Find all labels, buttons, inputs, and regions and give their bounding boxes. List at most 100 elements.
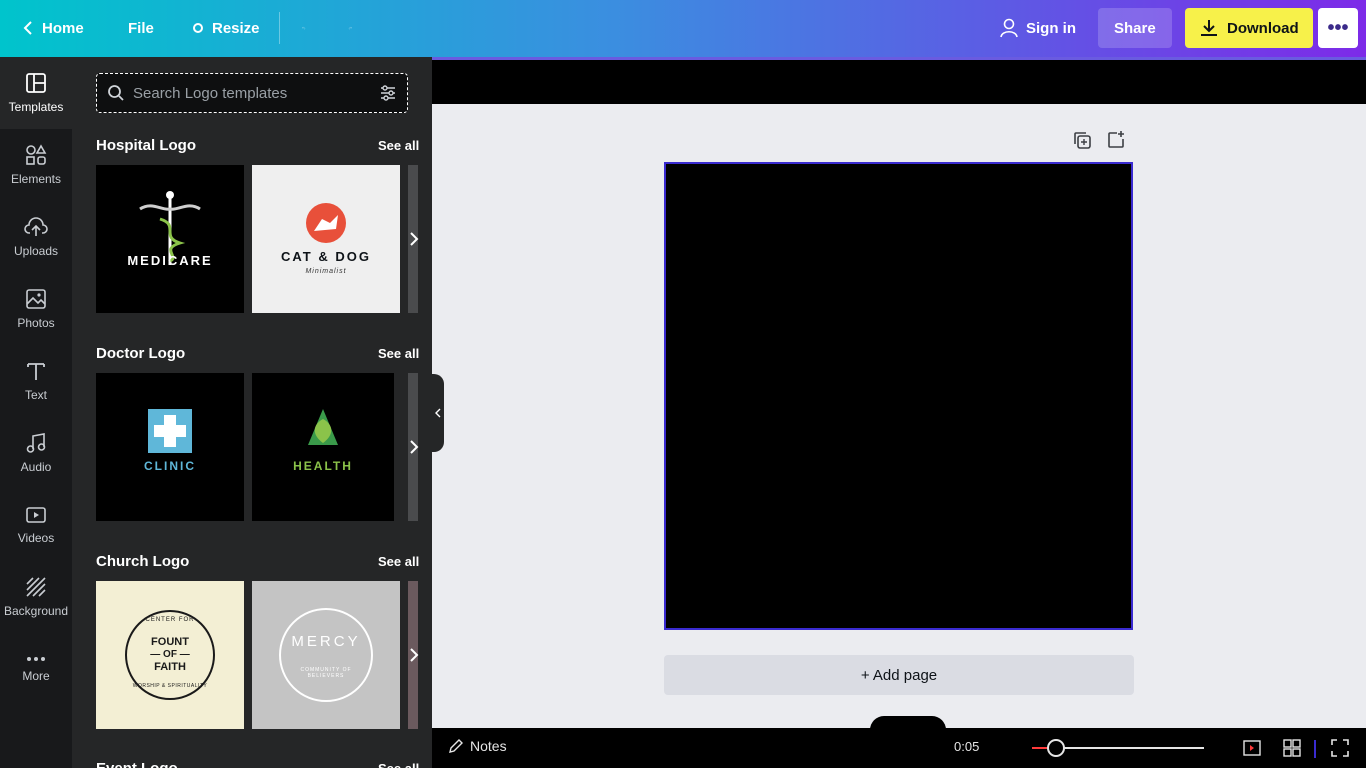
template-card-clinic[interactable]: CLINIC [96, 373, 244, 521]
section-title-event: Event Logo [96, 760, 178, 768]
rail-label: More [22, 669, 50, 683]
fullscreen-icon [1331, 739, 1349, 757]
rail-label: Elements [10, 172, 62, 186]
leaf-logo-icon [308, 409, 338, 445]
caduceus-logo-icon [139, 191, 201, 265]
design-page[interactable] [664, 162, 1133, 630]
grid-icon [1283, 739, 1301, 757]
music-note-icon [26, 433, 46, 453]
collapse-panel-button[interactable] [432, 374, 444, 452]
zoom-slider-thumb[interactable] [1047, 739, 1066, 757]
template-card-subtitle: COMMUNITY OF BELIEVERS [300, 667, 352, 679]
add-page-icon[interactable] [1106, 130, 1126, 150]
file-menu-button[interactable]: File [118, 8, 164, 48]
template-card-top-text: CENTER FOR [145, 617, 195, 623]
pages-icon [1243, 740, 1261, 756]
top-bar: Home File Resize Sign in Share Download … [0, 0, 1366, 57]
scroll-right-doctor-button[interactable] [404, 432, 424, 462]
chevron-right-icon [410, 440, 419, 454]
page-count-button[interactable] [1240, 736, 1264, 760]
chevron-right-icon [410, 232, 419, 246]
fullscreen-button[interactable] [1328, 736, 1352, 760]
filter-icon[interactable] [379, 84, 397, 102]
chevron-right-icon [410, 648, 419, 662]
rail-item-photos[interactable]: Photos [0, 273, 72, 345]
template-card-fount-of-faith[interactable]: CENTER FOR FOUNT — OF — FAITH WORSHIP & … [96, 581, 244, 729]
background-pattern-icon [26, 577, 46, 597]
zoom-slider[interactable] [1032, 739, 1204, 757]
undo-button[interactable] [292, 8, 324, 48]
chevron-left-icon [435, 408, 441, 418]
share-label: Share [1114, 19, 1156, 37]
badge-circle [279, 608, 373, 702]
search-box[interactable] [96, 73, 408, 113]
rail-item-templates[interactable]: Templates [0, 57, 72, 129]
pencil-icon [449, 739, 463, 753]
rail-item-uploads[interactable]: Uploads [0, 201, 72, 273]
scroll-right-hospital-button[interactable] [404, 224, 424, 254]
rail-label: Templates [8, 100, 64, 114]
download-icon [1201, 20, 1217, 36]
side-rail: Templates Elements Uploads Photos Text A… [0, 57, 72, 768]
download-label: Download [1227, 19, 1299, 37]
file-label: File [128, 19, 154, 37]
notes-button[interactable]: Notes [448, 738, 507, 754]
rail-item-more[interactable]: More [0, 633, 72, 705]
rail-item-videos[interactable]: Videos [0, 489, 72, 561]
template-card-text: HEALTH [293, 459, 353, 473]
see-all-hospital-link[interactable]: See all [378, 138, 419, 153]
more-options-button[interactable]: ••• [1318, 8, 1358, 48]
rail-item-elements[interactable]: Elements [0, 129, 72, 201]
template-card-cat-dog[interactable]: CAT & DOG Minimalist [252, 165, 400, 313]
canvas-toolbar [432, 57, 1366, 104]
redo-button[interactable] [338, 8, 370, 48]
template-card-line2: — OF — [150, 649, 190, 660]
redo-icon [348, 26, 352, 30]
upload-cloud-icon [24, 217, 48, 236]
show-pages-handle[interactable] [870, 716, 946, 730]
photo-icon [26, 289, 46, 309]
sign-in-button[interactable]: Sign in [990, 8, 1086, 48]
template-card-health[interactable]: HEALTH [252, 373, 394, 521]
see-all-event-link[interactable]: See all [378, 761, 419, 768]
page-actions [1072, 130, 1126, 150]
download-button[interactable]: Download [1185, 8, 1313, 48]
rail-item-text[interactable]: Text [0, 345, 72, 417]
duplicate-page-icon[interactable] [1072, 130, 1092, 150]
rail-label: Uploads [13, 244, 59, 258]
search-icon [108, 85, 124, 101]
undo-icon [302, 26, 306, 30]
rail-label: Videos [17, 531, 55, 545]
chevron-left-icon [23, 21, 32, 35]
timer-label: 0:05 [954, 739, 980, 754]
rail-item-background[interactable]: Background [0, 561, 72, 633]
resize-label: Resize [212, 19, 260, 37]
home-label: Home [42, 19, 84, 37]
grid-view-button[interactable] [1280, 736, 1304, 760]
pet-logo-icon [306, 203, 346, 243]
template-card-line1: FOUNT [151, 636, 189, 648]
template-card-line3: FAITH [154, 661, 186, 673]
search-input[interactable] [133, 84, 379, 102]
add-page-button[interactable]: + Add page [664, 655, 1134, 695]
resize-button[interactable]: Resize [182, 8, 270, 48]
templates-panel: Hospital Logo See all MEDICARE CAT & DOG… [72, 57, 432, 768]
scroll-right-church-button[interactable] [404, 640, 424, 670]
section-title-doctor: Doctor Logo [96, 345, 186, 362]
rail-label: Text [24, 388, 47, 402]
bottom-bar: Notes 0:05 [432, 716, 1366, 768]
elements-icon [26, 144, 47, 165]
template-card-medicare[interactable]: MEDICARE [96, 165, 244, 313]
home-button[interactable]: Home [12, 8, 94, 48]
template-card-subtitle: Minimalist [305, 268, 347, 275]
rail-label: Photos [17, 316, 55, 330]
bottom-divider [1314, 740, 1316, 758]
rail-item-audio[interactable]: Audio [0, 417, 72, 489]
see-all-doctor-link[interactable]: See all [378, 346, 419, 361]
template-card-text: CLINIC [144, 459, 196, 473]
template-card-bottom-text: WORSHIP & SPIRITUALITY [132, 683, 208, 689]
share-button[interactable]: Share [1098, 8, 1172, 48]
template-card-mercy[interactable]: MERCY COMMUNITY OF BELIEVERS [252, 581, 400, 729]
notes-label: Notes [470, 738, 507, 754]
see-all-church-link[interactable]: See all [378, 554, 419, 569]
